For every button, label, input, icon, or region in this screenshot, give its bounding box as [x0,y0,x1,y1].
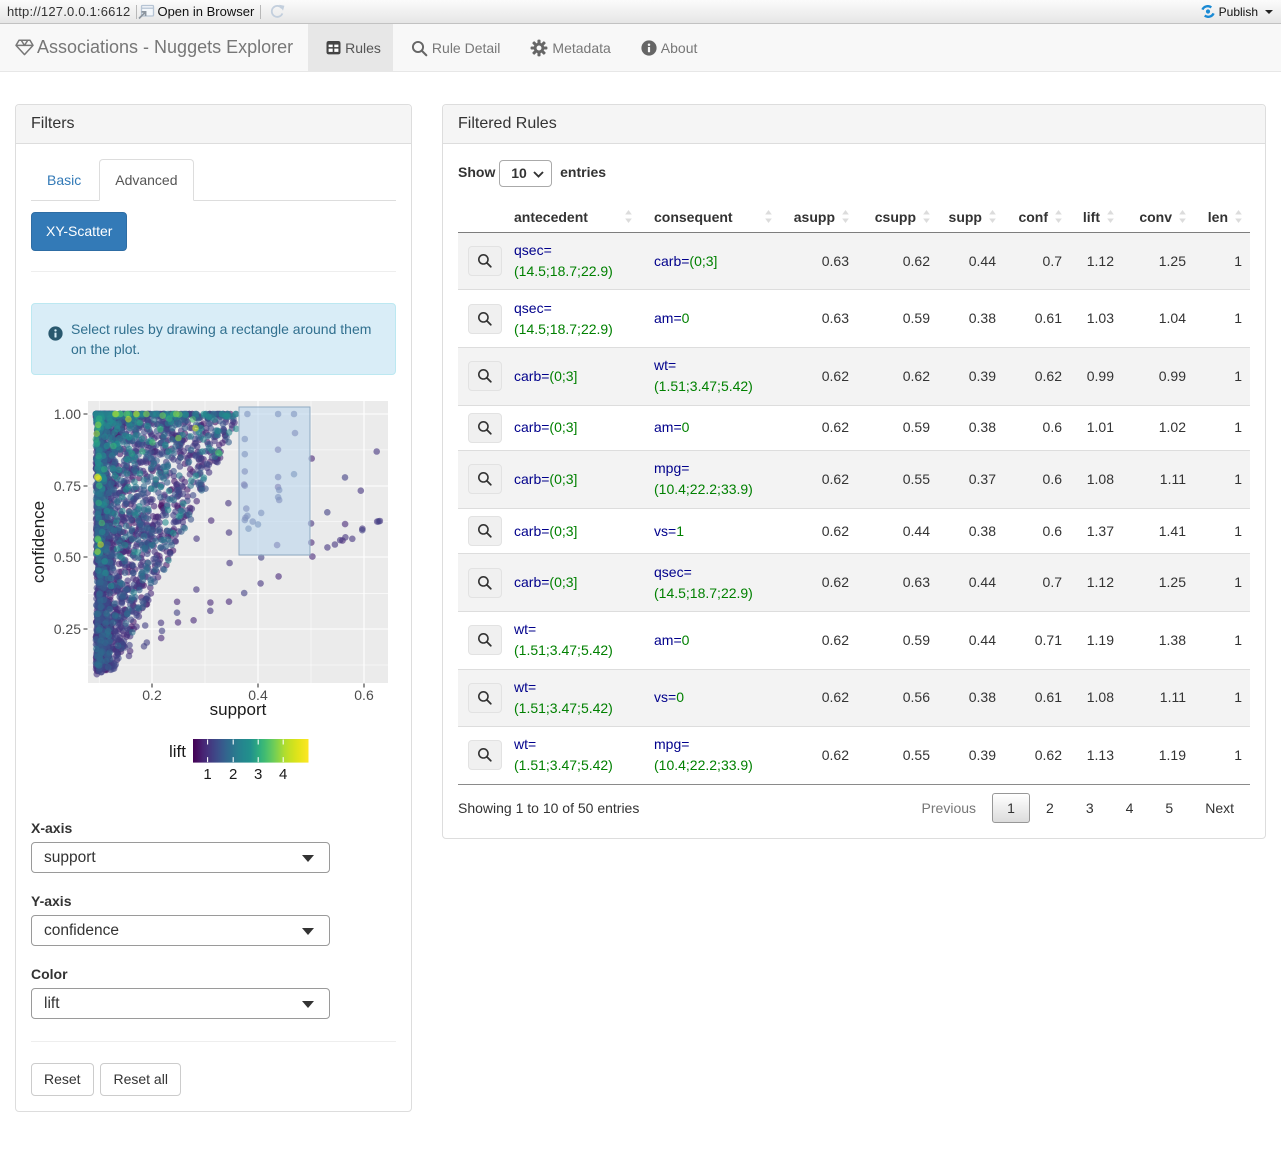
svg-text:support: support [210,700,267,719]
svg-text:3: 3 [254,766,262,783]
svg-text:4: 4 [279,766,287,783]
svg-text:lift: lift [169,742,186,761]
svg-text:confidence: confidence [31,501,48,583]
svg-text:0.75: 0.75 [54,478,81,494]
svg-text:0.25: 0.25 [54,621,81,637]
svg-text:1: 1 [203,766,211,783]
svg-text:2: 2 [229,766,237,783]
svg-text:0.50: 0.50 [54,549,81,565]
svg-text:0.6: 0.6 [354,687,374,703]
svg-text:0.2: 0.2 [142,687,162,703]
svg-text:1.00: 1.00 [54,406,81,422]
